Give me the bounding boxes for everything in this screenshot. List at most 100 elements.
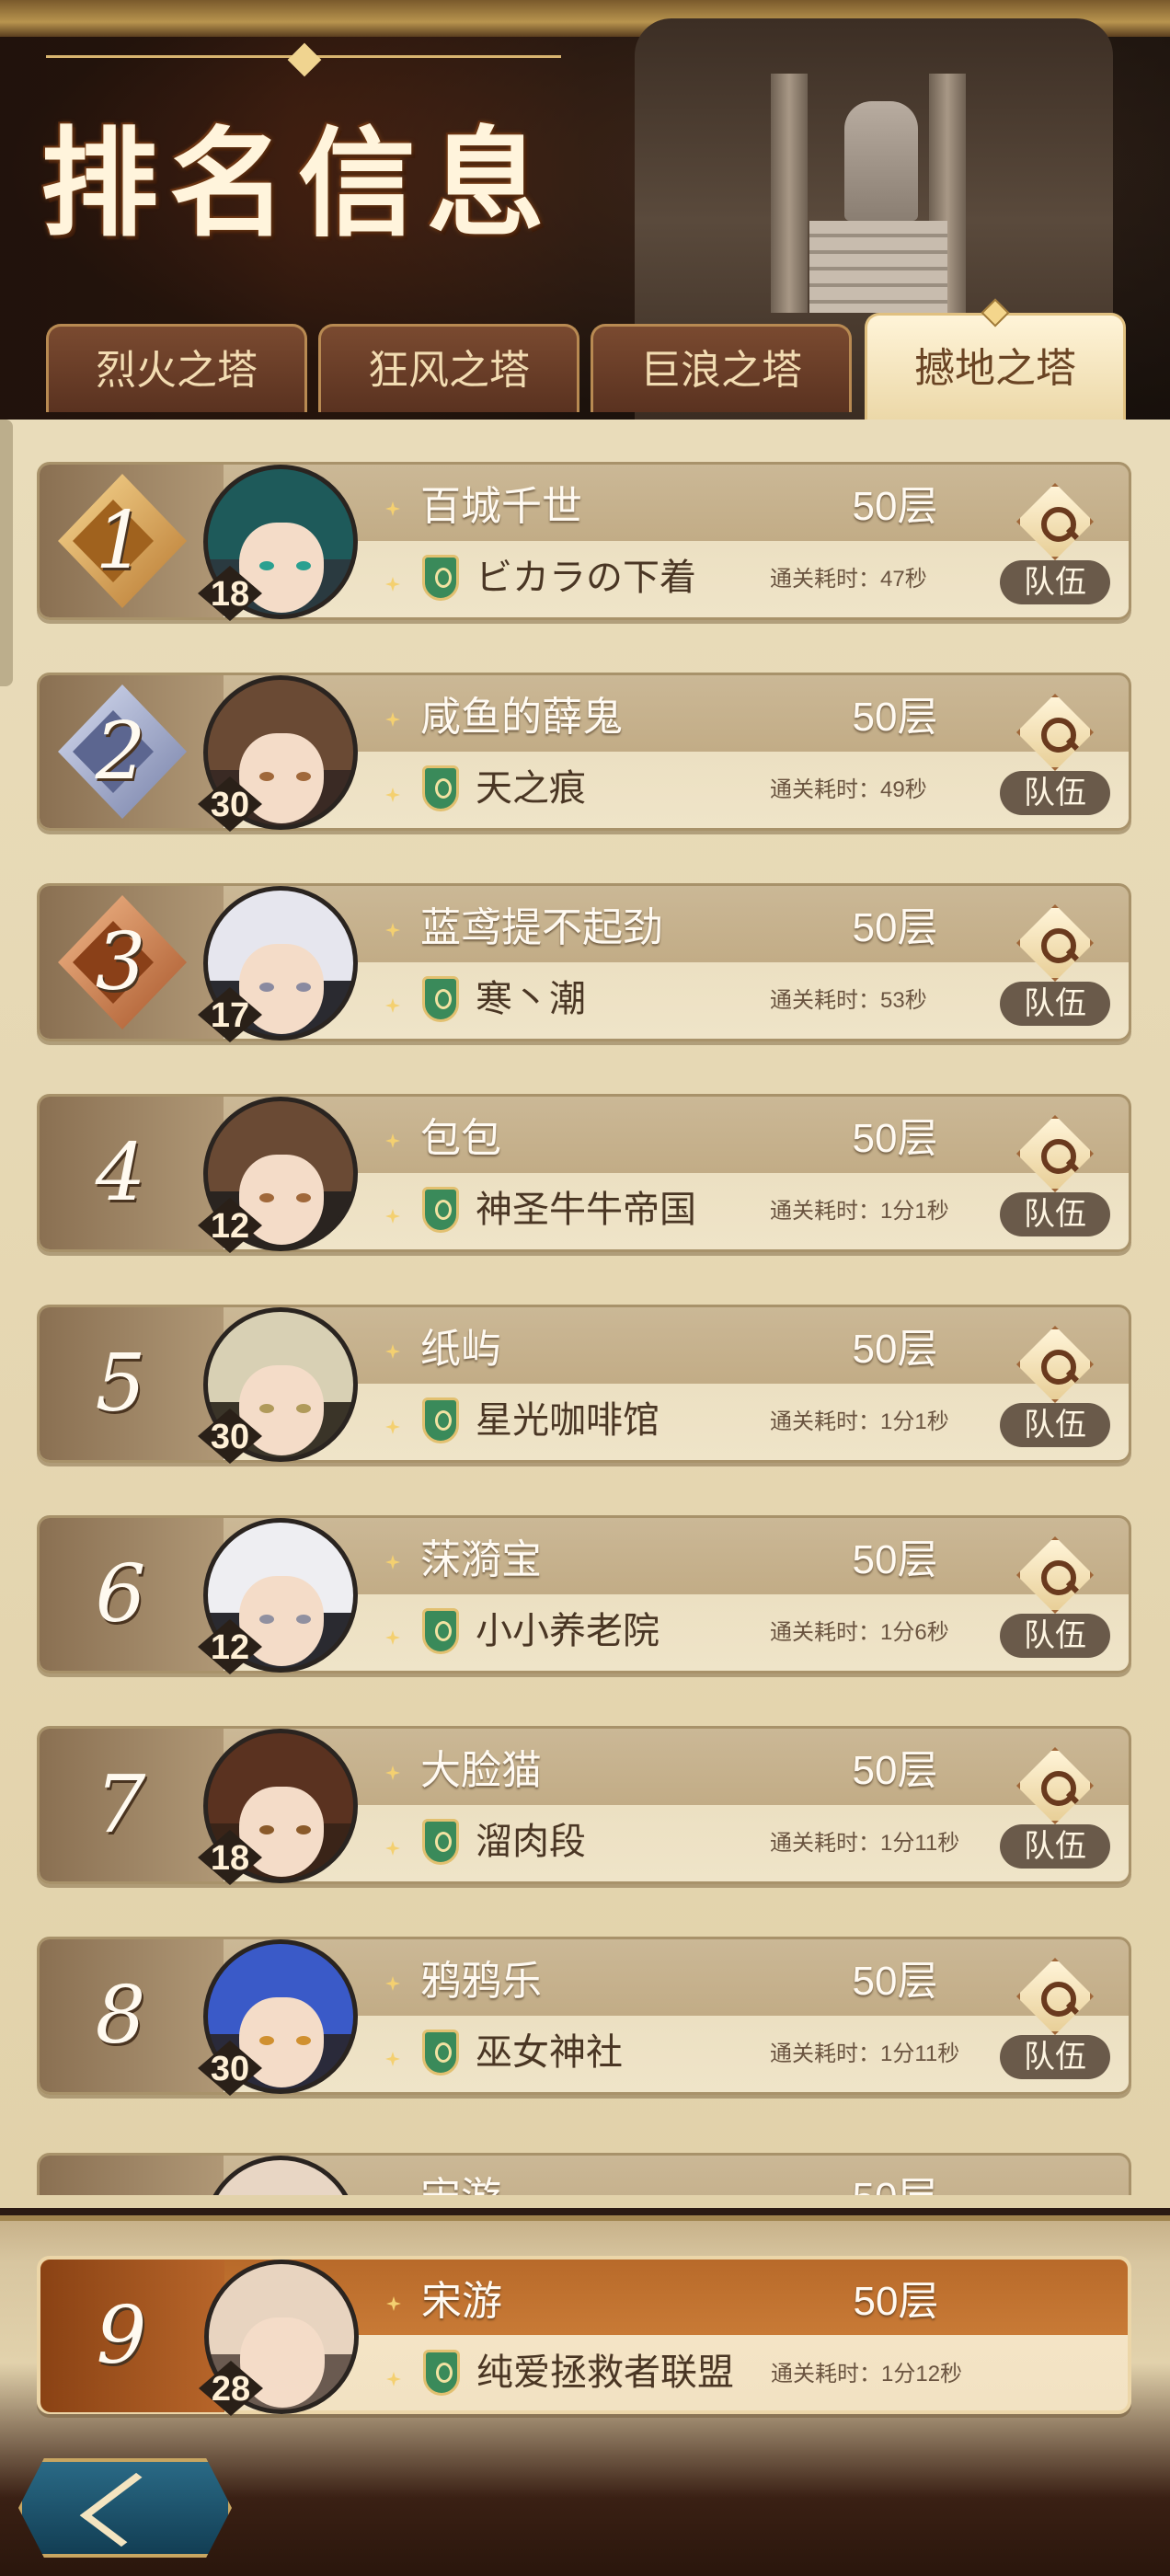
view-team-button[interactable]: 队伍	[1000, 904, 1110, 1033]
star-icon	[385, 1420, 400, 1434]
guild-name: 神圣牛牛帝国	[476, 1190, 696, 1230]
clear-time: 通关耗时：49秒	[770, 769, 1027, 811]
view-team-button[interactable]: 队伍	[1000, 1958, 1110, 2087]
rank-number: 1	[95, 495, 146, 587]
player-name: 莯漪宝	[420, 1537, 542, 1582]
view-team-button[interactable]: 队伍	[1000, 1115, 1110, 1244]
clear-time-label: 通关耗时：	[770, 1620, 880, 1645]
star-icon	[385, 1841, 400, 1856]
star-icon	[385, 998, 400, 1013]
team-label: 队伍	[1000, 1192, 1110, 1236]
rank-block: 9	[40, 2260, 224, 2412]
rank-block: 1	[40, 465, 224, 617]
star-icon	[385, 923, 400, 937]
guild-shield-icon	[422, 2030, 459, 2076]
view-team-button[interactable]: 队伍	[1000, 1326, 1110, 1455]
table-row[interactable]: 8 30 鸦鸦乐 50层 巫女神社 通关耗时：1分11秒 队伍	[37, 1937, 1131, 2096]
clear-time-label: 通关耗时：	[770, 567, 880, 592]
floor-count: 50层	[852, 1116, 938, 1161]
page-title: 排名信息	[40, 115, 556, 253]
rank-number: 6	[95, 1548, 146, 1640]
rank-number: 8	[95, 1970, 146, 2062]
floor-count: 50层	[852, 905, 938, 950]
clear-time-value: 1分6秒	[880, 1620, 949, 1645]
clear-time: 通关耗时：53秒	[770, 980, 1027, 1022]
clear-time-value: 53秒	[880, 988, 927, 1013]
star-icon	[385, 1209, 400, 1224]
search-icon	[1016, 1326, 1094, 1403]
view-team-button[interactable]: 队伍	[1000, 1747, 1110, 1876]
tab-wind-tower[interactable]: 狂风之塔	[318, 324, 579, 412]
back-arrow-icon	[79, 2472, 178, 2547]
guild-shield-icon	[422, 555, 459, 601]
team-label: 队伍	[1000, 1614, 1110, 1658]
table-row[interactable]: 6 12 莯漪宝 50层 小小养老院 通关耗时：1分6秒 队伍	[37, 1515, 1131, 1674]
rank-number: 2	[95, 706, 146, 798]
clear-time-value: 1分11秒	[880, 1831, 960, 1856]
clear-time: 通关耗时：1分11秒	[770, 1823, 1027, 1865]
steps-image	[809, 221, 947, 313]
table-row[interactable]: 宋游 50层	[37, 2153, 1131, 2195]
ranking-list-partial-row: 宋游 50层	[0, 2144, 1170, 2195]
search-icon	[1016, 483, 1094, 560]
rank-number: 3	[95, 916, 146, 1008]
table-row[interactable]: 2 30 咸鱼的薛鬼 50层 天之痕 通关耗时：49秒 队伍	[37, 673, 1131, 832]
clear-time: 通关耗时：1分1秒	[770, 1190, 1027, 1233]
search-icon	[1016, 1958, 1094, 2035]
player-name: 宋游	[421, 2279, 502, 2324]
rank-number: 4	[95, 1127, 146, 1219]
floor-count: 50层	[852, 1537, 938, 1582]
tab-fire-tower[interactable]: 烈火之塔	[46, 324, 307, 412]
table-row[interactable]: 7 18 大脸猫 50层 溜肉段 通关耗时：1分11秒 队伍	[37, 1726, 1131, 1885]
view-team-button[interactable]: 队伍	[1000, 1536, 1110, 1665]
floor-count: 50层	[821, 2168, 969, 2195]
tab-earth-tower[interactable]: 撼地之塔	[865, 298, 1126, 420]
star-icon	[386, 2372, 401, 2386]
player-name: 包包	[420, 1116, 501, 1161]
rank-block: 8	[40, 1939, 224, 2092]
rank-number: 9	[96, 2290, 147, 2382]
statue-image	[844, 101, 918, 221]
table-row[interactable]: 5 30 纸屿 50层 星光咖啡馆 通关耗时：1分1秒 队伍	[37, 1305, 1131, 1464]
list-scrollbar[interactable]	[0, 420, 13, 686]
guild-name: ビカラの下着	[476, 558, 696, 598]
clear-time-label: 通关耗时：	[770, 2041, 880, 2066]
player-name: 宋游	[420, 2168, 807, 2195]
view-team-button[interactable]: 队伍	[1000, 483, 1110, 612]
guild-name: 寒丶潮	[476, 979, 586, 1019]
guild-name: 小小养老院	[476, 1611, 660, 1651]
clear-time: 通关耗时：1分11秒	[770, 2033, 1027, 2076]
rank-block: 7	[40, 1729, 224, 1881]
floor-count: 50层	[852, 1748, 938, 1793]
clear-time-value: 49秒	[880, 777, 927, 802]
clear-time-label: 通关耗时：	[770, 1831, 880, 1856]
player-name: 咸鱼的薛鬼	[420, 695, 623, 740]
clear-time-value: 1分1秒	[880, 1409, 949, 1434]
clear-time: 通关耗时：1分6秒	[770, 1612, 1027, 1654]
clear-time-value: 1分11秒	[880, 2041, 960, 2066]
rank-block	[40, 2156, 224, 2195]
guild-shield-icon	[422, 1187, 459, 1233]
rank-block: 4	[40, 1097, 224, 1249]
table-row[interactable]: 4 12 包包 50层 神圣牛牛帝国 通关耗时：1分1秒 队伍	[37, 1094, 1131, 1253]
table-row[interactable]: 1 18 百城千世 50层 ビカラの下着 通关耗时：47秒 队伍	[37, 462, 1131, 621]
clear-time: 通关耗时：47秒	[770, 558, 1027, 601]
team-label: 队伍	[1000, 1403, 1110, 1447]
player-name: 大脸猫	[420, 1748, 542, 1793]
star-icon	[385, 2052, 400, 2066]
clear-time-label: 通关耗时：	[770, 1199, 880, 1224]
rank-number: 5	[95, 1338, 146, 1430]
floor-count: 50层	[852, 695, 938, 740]
view-team-button[interactable]: 队伍	[1000, 694, 1110, 822]
star-icon	[386, 2296, 401, 2311]
table-row[interactable]: 3 17 蓝鸢提不起劲 50层 寒丶潮 通关耗时：53秒 队伍	[37, 883, 1131, 1042]
tab-wave-tower[interactable]: 巨浪之塔	[591, 324, 852, 412]
star-icon	[385, 1555, 400, 1570]
rank-block: 2	[40, 675, 224, 828]
clear-time-value: 1分1秒	[880, 1199, 949, 1224]
back-button[interactable]	[18, 2458, 232, 2558]
rank-number: 7	[95, 1759, 146, 1851]
star-icon	[385, 712, 400, 727]
star-icon	[385, 1344, 400, 1359]
star-icon	[385, 1133, 400, 1148]
